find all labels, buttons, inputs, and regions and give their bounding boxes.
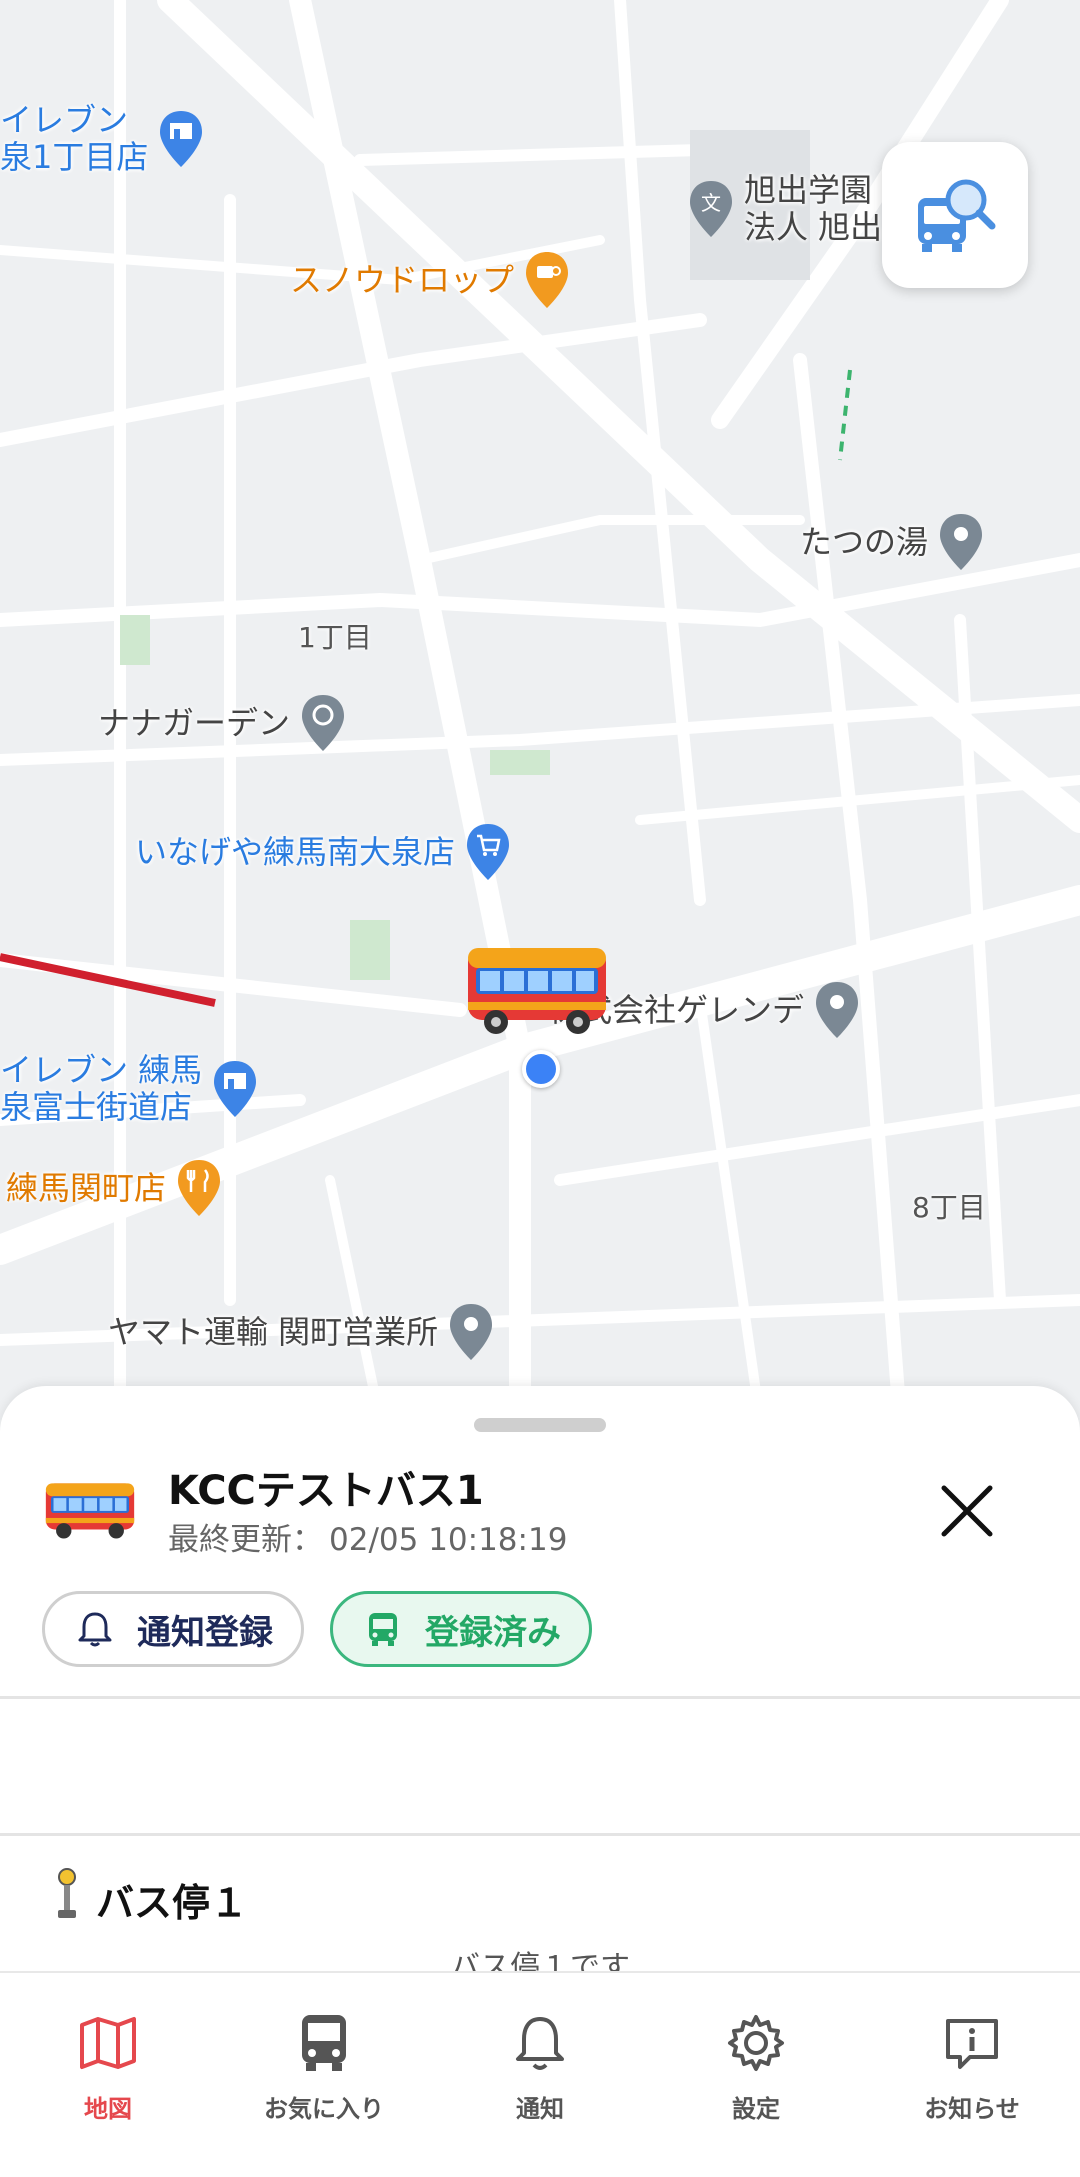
nav-item-notifications[interactable]: 通知 [432, 1973, 648, 2177]
nav-item-favorites[interactable]: お気に入り [216, 1973, 432, 2177]
notification-register-label: 通知登録 [137, 1612, 273, 1653]
poi-supermarket[interactable]: いなげや練馬南大泉店 [135, 822, 511, 882]
poi-label: ヤマト運輸 関町営業所 [108, 1312, 439, 1351]
bell-icon [516, 2017, 564, 2070]
last-update: 最終更新： 02/05 10:18:19 [168, 1514, 573, 1559]
bus-stop-description: バス停１です [450, 1950, 630, 1971]
bottom-navigation: 地図 お気に入り 通知 設定 お知らせ [0, 1971, 1080, 2177]
info-bubble-icon [946, 2019, 998, 2069]
nav-label: お気に入り [264, 2095, 384, 2123]
sheet-drag-handle[interactable] [474, 1418, 606, 1432]
svg-text:文: 文 [701, 191, 721, 215]
location-pin-icon [816, 982, 859, 1038]
bus-icon [45, 1483, 135, 1539]
poi-garden[interactable]: ナナガーデン [98, 693, 346, 753]
poi-label: 旭出学園 法人 旭出 [744, 171, 883, 246]
nav-item-map[interactable]: 地図 [0, 1973, 216, 2177]
bus-detail-sheet: KCCテストバス1 最終更新： 02/05 10:18:19 通知登録 登録済み … [0, 1386, 1080, 1971]
poi-school[interactable]: 文 旭出学園 法人 旭出 [688, 172, 882, 246]
poi-label: イレブン 練馬 泉富士街道店 [0, 1051, 203, 1126]
divider [0, 1696, 1080, 1699]
bell-icon [78, 1612, 112, 1647]
location-pin-icon [450, 1304, 493, 1360]
divider [0, 1833, 1080, 1836]
cafe-pin-icon [526, 252, 569, 308]
last-update-label: 最終更新： [168, 1522, 323, 1558]
nav-label: 設定 [732, 2095, 780, 2123]
store-pin-icon [214, 1060, 257, 1117]
poi-convenience-store-1[interactable]: イレブン 泉1丁目店 [0, 102, 204, 176]
shopping-cart-pin-icon [467, 824, 510, 880]
poi-label: たつの湯 [800, 522, 929, 561]
map-icon [80, 2017, 136, 2069]
nav-label: 地図 [84, 2095, 132, 2123]
bus-search-icon [918, 179, 996, 252]
area-label: 8丁目 [912, 1191, 986, 1224]
gear-icon [728, 2015, 784, 2071]
poi-label: スノウドロップ [290, 260, 515, 299]
area-label: 1丁目 [298, 621, 372, 654]
bus-search-button[interactable] [882, 142, 1028, 288]
bus-stop-name: バス停１ [96, 1881, 249, 1925]
bus-icon [302, 2015, 346, 2071]
poi-label: イレブン 泉1丁目店 [0, 101, 149, 176]
location-pin-icon [940, 514, 983, 570]
bus-icon [369, 1613, 397, 1646]
current-location-dot [522, 1050, 560, 1088]
nav-label: 通知 [516, 2095, 564, 2123]
poi-bathhouse[interactable]: たつの湯 [800, 512, 984, 572]
notification-register-button[interactable]: 通知登録 [42, 1591, 304, 1667]
school-pin-icon: 文 [690, 180, 732, 237]
poi-delivery-office[interactable]: ヤマト運輸 関町営業所 [108, 1302, 494, 1362]
poi-label: ナナガーデン [98, 703, 291, 742]
poi-label: 練馬関町店 [6, 1168, 167, 1207]
nav-label: お知らせ [924, 2095, 1020, 2123]
nav-item-settings[interactable]: 設定 [648, 1973, 864, 2177]
poi-restaurant[interactable]: 練馬関町店 [6, 1158, 222, 1218]
bus-stop-icon [58, 1868, 76, 1918]
store-pin-icon [160, 110, 203, 167]
map-view[interactable]: イレブン 泉1丁目店 文 旭出学園 法人 旭出 スノウドロップ たつの湯 ナナガ… [0, 0, 1080, 1420]
nav-item-news[interactable]: お知らせ [864, 1973, 1080, 2177]
bus-marker-icon[interactable] [462, 940, 612, 1036]
favorite-registered-button[interactable]: 登録済み [330, 1591, 592, 1667]
close-icon[interactable] [932, 1476, 1002, 1546]
restaurant-pin-icon [178, 1160, 221, 1216]
registered-label: 登録済み [425, 1612, 561, 1653]
poi-cafe[interactable]: スノウドロップ [290, 250, 570, 310]
bus-name: KCCテストバス1 [168, 1468, 484, 1514]
location-pin-icon [302, 695, 345, 751]
poi-convenience-store-2[interactable]: イレブン 練馬 泉富士街道店 [0, 1052, 258, 1126]
last-update-value: 02/05 10:18:19 [329, 1522, 568, 1558]
poi-label: いなげや練馬南大泉店 [135, 832, 456, 871]
